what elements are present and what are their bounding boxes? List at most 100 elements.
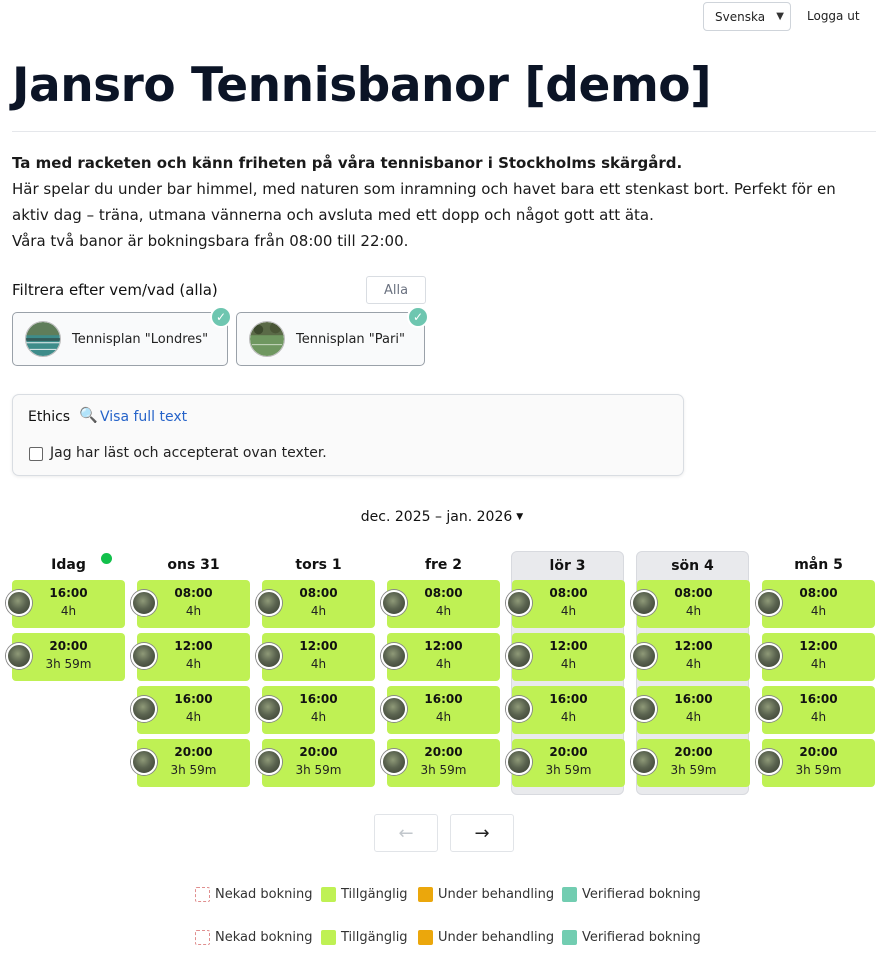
language-select[interactable]: Svenska ▼ — [703, 2, 791, 31]
ethics-title: Ethics — [28, 409, 71, 425]
time-slot[interactable]: 16:00 4h — [381, 686, 500, 734]
today-indicator-icon — [101, 553, 112, 564]
slot-duration: 4h — [685, 604, 702, 618]
slot-time: 12:00 — [174, 639, 213, 653]
caret-down-icon: ▼ — [516, 512, 524, 522]
logout-link[interactable]: Logga ut — [807, 9, 860, 23]
slot-duration: 4h — [560, 604, 577, 618]
prev-week-button[interactable]: ← — [374, 814, 438, 852]
time-slot[interactable]: 12:00 4h — [381, 633, 500, 681]
slot-duration: 4h — [310, 710, 327, 724]
slot-time: 12:00 — [299, 639, 338, 653]
magnifier-icon: 🔍 — [79, 406, 98, 424]
court-card-londres[interactable]: Tennisplan "Londres" ✓ — [12, 306, 232, 366]
day-header: sön 4 — [671, 558, 714, 574]
legend-label: Verifierad bokning — [582, 887, 701, 902]
slot-time: 20:00 — [49, 639, 88, 653]
swatch-denied — [195, 930, 210, 945]
day-header: tors 1 — [295, 557, 342, 573]
time-slot[interactable]: 12:00 4h — [756, 633, 875, 681]
court-thumbnail — [25, 321, 61, 357]
time-slot[interactable]: 08:00 4h — [381, 580, 500, 628]
slot-duration: 4h — [810, 710, 827, 724]
time-slot[interactable]: 20:00 3h 59m — [631, 739, 750, 787]
time-slot[interactable]: 12:00 4h — [631, 633, 750, 681]
slot-time: 20:00 — [424, 745, 463, 759]
slot-duration: 4h — [185, 657, 202, 671]
time-slot[interactable]: 16:00 4h — [256, 686, 375, 734]
show-full-text-link[interactable]: Visa full text — [100, 409, 187, 425]
time-slot[interactable]: 12:00 4h — [506, 633, 625, 681]
slot-time: 20:00 — [174, 745, 213, 759]
time-slot[interactable]: 08:00 4h — [131, 580, 250, 628]
legend-item-pending: Under behandling — [418, 887, 554, 902]
time-slot[interactable]: 20:00 3h 59m — [381, 739, 500, 787]
slot-time: 12:00 — [549, 639, 588, 653]
time-slot[interactable]: 16:00 4h — [506, 686, 625, 734]
slot-time: 20:00 — [674, 745, 713, 759]
time-slot[interactable]: 20:00 3h 59m — [506, 739, 625, 787]
swatch-available — [321, 887, 336, 902]
slot-duration: 4h — [685, 710, 702, 724]
slot-time: 20:00 — [299, 745, 338, 759]
check-icon: ✓ — [407, 306, 429, 328]
court-card-pari[interactable]: Tennisplan "Pari" ✓ — [236, 306, 429, 366]
slot-duration: 3h 59m — [420, 763, 467, 777]
date-range-picker[interactable]: dec. 2025 – jan. 2026 ▼ — [0, 509, 884, 525]
slot-duration: 4h — [810, 657, 827, 671]
time-slot[interactable]: 16:00 4h — [6, 580, 125, 628]
slot-duration: 4h — [310, 657, 327, 671]
time-slot[interactable]: 20:00 3h 59m — [256, 739, 375, 787]
court-thumbnail — [249, 321, 285, 357]
date-range-label: dec. 2025 – jan. 2026 — [360, 509, 513, 525]
top-bar: Svenska ▼ Logga ut — [0, 2, 884, 32]
legend-item-available: Tillgänglig — [321, 930, 408, 945]
slot-time: 12:00 — [424, 639, 463, 653]
accept-checkbox-label[interactable]: Jag har läst och accepterat ovan texter. — [50, 445, 327, 461]
slot-duration: 3h 59m — [170, 763, 217, 777]
time-slot[interactable]: 16:00 4h — [631, 686, 750, 734]
slot-time: 16:00 — [49, 586, 88, 600]
next-week-button[interactable]: → — [450, 814, 514, 852]
time-slot[interactable]: 16:00 4h — [756, 686, 875, 734]
slot-duration: 4h — [435, 657, 452, 671]
slot-duration: 4h — [60, 604, 77, 618]
slot-time: 08:00 — [299, 586, 338, 600]
time-slot[interactable]: 20:00 3h 59m — [756, 739, 875, 787]
court-name: Tennisplan "Londres" — [72, 331, 209, 347]
slot-time: 16:00 — [174, 692, 213, 706]
intro-line-2: Våra två banor är bokningsbara från 08:0… — [12, 232, 409, 250]
swatch-available — [321, 930, 336, 945]
time-slot[interactable]: 12:00 4h — [256, 633, 375, 681]
title-divider — [12, 131, 876, 132]
accept-checkbox[interactable] — [29, 447, 43, 461]
time-slot[interactable]: 08:00 4h — [256, 580, 375, 628]
legend-item-denied: Nekad bokning — [195, 887, 312, 902]
slot-duration: 3h 59m — [545, 763, 592, 777]
time-slot[interactable]: 20:00 3h 59m — [131, 739, 250, 787]
slot-time: 12:00 — [674, 639, 713, 653]
slot-duration: 4h — [560, 710, 577, 724]
day-header: ons 31 — [167, 557, 220, 573]
slot-time: 16:00 — [299, 692, 338, 706]
slot-time: 16:00 — [799, 692, 838, 706]
slot-time: 16:00 — [424, 692, 463, 706]
slot-time: 08:00 — [799, 586, 838, 600]
legend-label: Tillgänglig — [341, 930, 408, 945]
time-slot[interactable]: 08:00 4h — [506, 580, 625, 628]
slot-duration: 4h — [185, 604, 202, 618]
swatch-denied — [195, 887, 210, 902]
filter-all-button[interactable]: Alla — [366, 276, 426, 304]
legend-item-available: Tillgänglig — [321, 887, 408, 902]
legend-item-verified: Verifierad bokning — [562, 887, 701, 902]
slot-duration: 4h — [435, 604, 452, 618]
time-slot[interactable]: 16:00 4h — [131, 686, 250, 734]
time-slot[interactable]: 12:00 4h — [131, 633, 250, 681]
slot-duration: 4h — [810, 604, 827, 618]
time-slot[interactable]: 20:00 3h 59m — [6, 633, 125, 681]
filter-label: Filtrera efter vem/vad (alla) — [12, 281, 218, 299]
slot-duration: 4h — [185, 710, 202, 724]
time-slot[interactable]: 08:00 4h — [631, 580, 750, 628]
slot-duration: 3h 59m — [670, 763, 717, 777]
time-slot[interactable]: 08:00 4h — [756, 580, 875, 628]
